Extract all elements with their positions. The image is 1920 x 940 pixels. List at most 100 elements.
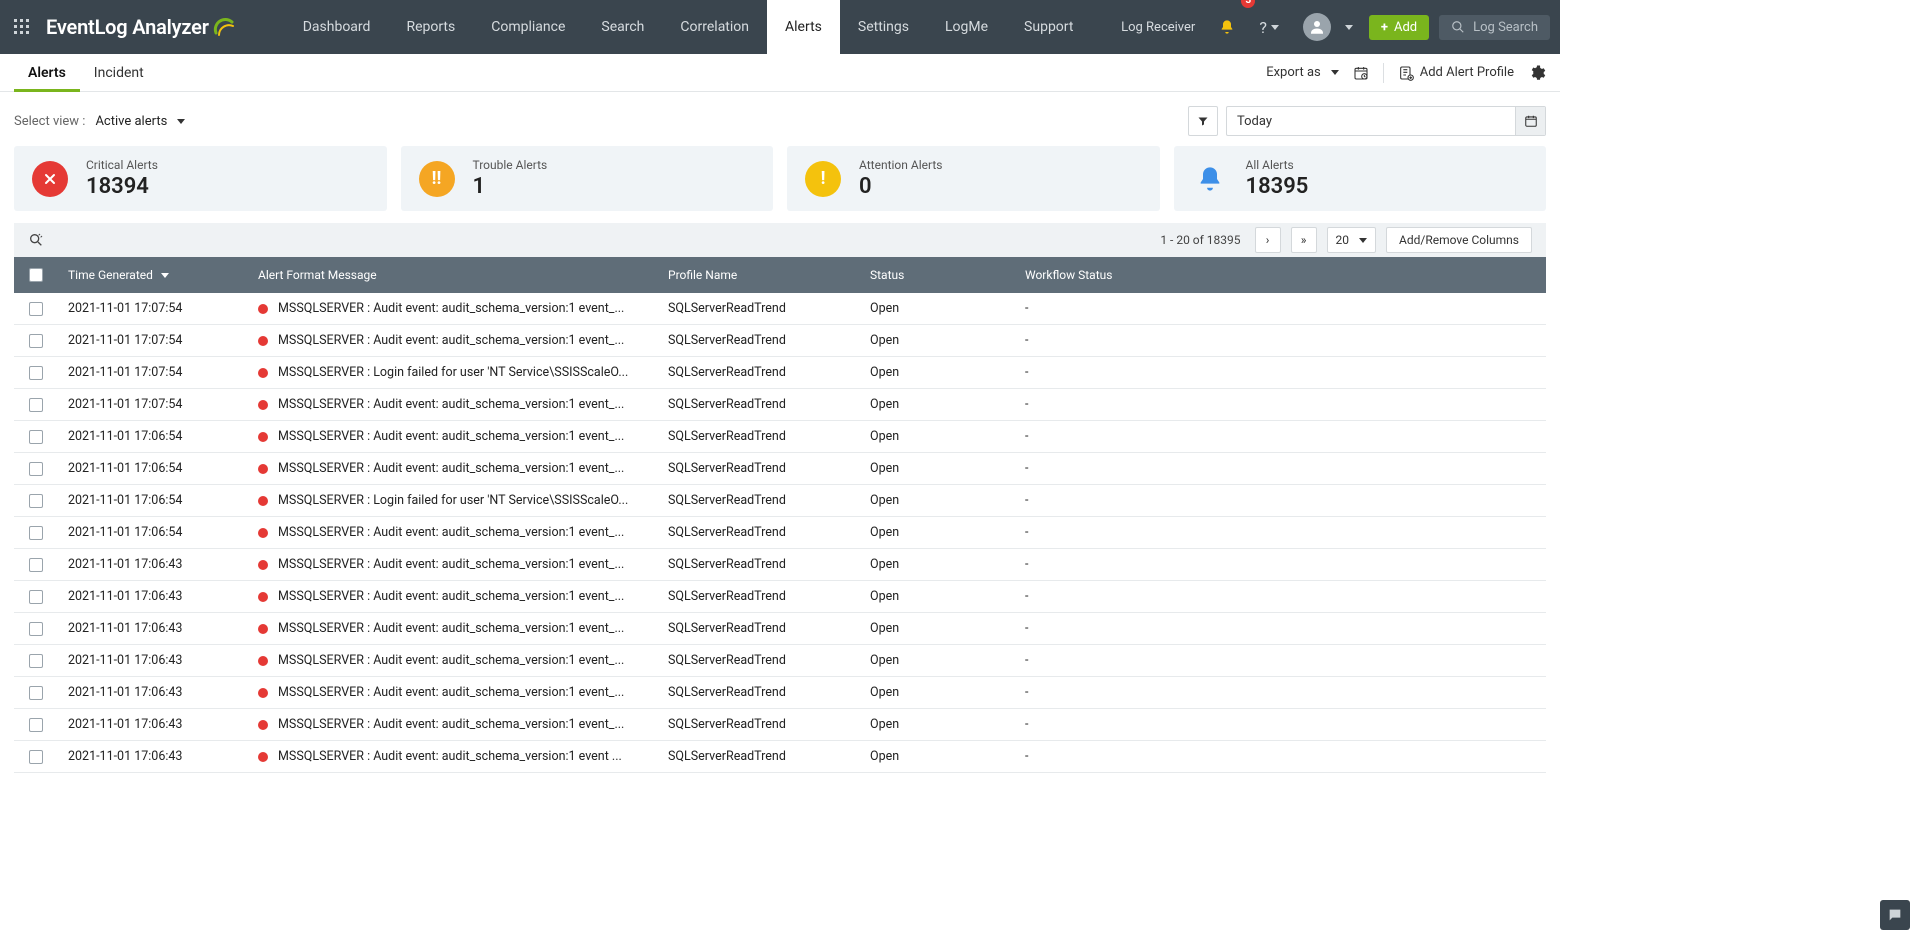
cell-time: 2021-11-01 17:06:54 bbox=[58, 493, 248, 508]
cell-profile: SQLServerReadTrend bbox=[658, 685, 860, 700]
tab-alerts[interactable]: Alerts bbox=[14, 54, 80, 92]
nav-settings[interactable]: Settings bbox=[840, 0, 927, 54]
add-alert-profile-label: Add Alert Profile bbox=[1420, 65, 1514, 80]
page-last-button[interactable]: » bbox=[1291, 227, 1317, 253]
row-checkbox[interactable] bbox=[14, 494, 58, 508]
cell-message: MSSQLSERVER : Audit event: audit_schema_… bbox=[248, 653, 658, 668]
column-time-generated[interactable]: Time Generated bbox=[58, 268, 248, 282]
row-checkbox[interactable] bbox=[14, 654, 58, 668]
product-name: EventLog Analyzer bbox=[46, 15, 209, 39]
row-checkbox[interactable] bbox=[14, 750, 58, 764]
view-row: Select view : Active alerts Today bbox=[0, 92, 1560, 146]
add-button[interactable]: + Add bbox=[1369, 15, 1429, 40]
log-search-button[interactable]: Log Search bbox=[1439, 15, 1550, 40]
column-status-label: Status bbox=[870, 268, 904, 282]
row-checkbox[interactable] bbox=[14, 686, 58, 700]
table-row[interactable]: 2021-11-01 17:07:54MSSQLSERVER : Audit e… bbox=[14, 325, 1546, 357]
nav-alerts[interactable]: Alerts bbox=[767, 0, 840, 54]
row-checkbox[interactable] bbox=[14, 334, 58, 348]
column-status[interactable]: Status bbox=[860, 268, 1015, 282]
nav-support[interactable]: Support bbox=[1006, 0, 1091, 54]
table-row[interactable]: 2021-11-01 17:06:43MSSQLSERVER : Audit e… bbox=[14, 645, 1546, 677]
column-profile-label: Profile Name bbox=[668, 268, 737, 282]
severity-dot-icon bbox=[258, 400, 268, 410]
user-menu[interactable] bbox=[1291, 0, 1359, 54]
product-logo[interactable]: EventLog Analyzer bbox=[44, 15, 245, 39]
table-row[interactable]: 2021-11-01 17:06:43MSSQLSERVER : Audit e… bbox=[14, 613, 1546, 645]
add-remove-columns-button[interactable]: Add/Remove Columns bbox=[1386, 227, 1532, 253]
table-row[interactable]: 2021-11-01 17:06:54MSSQLSERVER : Audit e… bbox=[14, 453, 1546, 485]
nav-logme[interactable]: LogMe bbox=[927, 0, 1006, 54]
card-trouble-alerts[interactable]: !! Trouble Alerts 1 bbox=[401, 146, 774, 211]
card-attention-alerts[interactable]: ! Attention Alerts 0 bbox=[787, 146, 1160, 211]
cell-workflow: - bbox=[1015, 461, 1546, 476]
add-alert-profile-button[interactable]: Add Alert Profile bbox=[1398, 65, 1514, 81]
calendar-button[interactable] bbox=[1515, 107, 1545, 135]
nav-correlation[interactable]: Correlation bbox=[662, 0, 767, 54]
settings-gear-button[interactable] bbox=[1528, 64, 1546, 82]
row-checkbox[interactable] bbox=[14, 462, 58, 476]
cell-message: MSSQLSERVER : Login failed for user 'NT … bbox=[248, 365, 658, 380]
row-checkbox[interactable] bbox=[14, 590, 58, 604]
table-row[interactable]: 2021-11-01 17:07:54MSSQLSERVER : Login f… bbox=[14, 357, 1546, 389]
nav-compliance[interactable]: Compliance bbox=[473, 0, 583, 54]
column-message[interactable]: Alert Format Message bbox=[248, 268, 658, 282]
view-dropdown[interactable]: Active alerts bbox=[95, 114, 185, 129]
card-critical-alerts[interactable]: Critical Alerts 18394 bbox=[14, 146, 387, 211]
notifications-button[interactable]: 3 bbox=[1207, 0, 1247, 54]
column-workflow[interactable]: Workflow Status bbox=[1015, 268, 1546, 282]
cell-status: Open bbox=[860, 557, 1015, 572]
column-profile[interactable]: Profile Name bbox=[658, 268, 860, 282]
log-receiver-link[interactable]: Log Receiver bbox=[1109, 0, 1207, 54]
cell-status: Open bbox=[860, 333, 1015, 348]
row-checkbox[interactable] bbox=[14, 558, 58, 572]
table-row[interactable]: 2021-11-01 17:06:43MSSQLSERVER : Audit e… bbox=[14, 549, 1546, 581]
card-title: All Alerts bbox=[1246, 158, 1309, 172]
cell-time: 2021-11-01 17:06:43 bbox=[58, 621, 248, 636]
checkbox-icon bbox=[29, 750, 43, 764]
cell-message: MSSQLSERVER : Audit event: audit_schema_… bbox=[248, 749, 658, 764]
table-toolbar: 1 - 20 of 18395 › » 20 Add/Remove Column… bbox=[14, 223, 1546, 257]
chat-fab[interactable] bbox=[1880, 900, 1910, 930]
table-row[interactable]: 2021-11-01 17:06:54MSSQLSERVER : Audit e… bbox=[14, 421, 1546, 453]
table-row[interactable]: 2021-11-01 17:06:43MSSQLSERVER : Audit e… bbox=[14, 709, 1546, 741]
table-row[interactable]: 2021-11-01 17:06:43MSSQLSERVER : Audit e… bbox=[14, 581, 1546, 613]
schedule-icon bbox=[1353, 65, 1369, 81]
filter-button[interactable] bbox=[1188, 106, 1218, 136]
row-checkbox[interactable] bbox=[14, 622, 58, 636]
nav-search[interactable]: Search bbox=[583, 0, 662, 54]
search-settings-icon[interactable] bbox=[28, 232, 44, 248]
page-size-select[interactable]: 20 bbox=[1327, 227, 1377, 253]
tab-incident[interactable]: Incident bbox=[80, 54, 158, 92]
table-row[interactable]: 2021-11-01 17:06:54MSSQLSERVER : Audit e… bbox=[14, 517, 1546, 549]
table-row[interactable]: 2021-11-01 17:06:54MSSQLSERVER : Login f… bbox=[14, 485, 1546, 517]
apps-grid-icon[interactable] bbox=[0, 0, 44, 54]
export-as-dropdown[interactable]: Export as bbox=[1266, 65, 1339, 80]
row-checkbox[interactable] bbox=[14, 398, 58, 412]
schedule-icon-button[interactable] bbox=[1353, 65, 1369, 81]
cell-message: MSSQLSERVER : Audit event: audit_schema_… bbox=[248, 589, 658, 604]
help-button[interactable]: ? bbox=[1247, 0, 1291, 54]
date-range-input[interactable]: Today bbox=[1226, 106, 1546, 136]
table-row[interactable]: 2021-11-01 17:06:43MSSQLSERVER : Audit e… bbox=[14, 677, 1546, 709]
table-row[interactable]: 2021-11-01 17:07:54MSSQLSERVER : Audit e… bbox=[14, 293, 1546, 325]
row-checkbox[interactable] bbox=[14, 430, 58, 444]
column-message-label: Alert Format Message bbox=[258, 268, 377, 282]
table-row[interactable]: 2021-11-01 17:07:54MSSQLSERVER : Audit e… bbox=[14, 389, 1546, 421]
row-checkbox[interactable] bbox=[14, 366, 58, 380]
divider bbox=[1383, 63, 1384, 83]
nav-dashboard[interactable]: Dashboard bbox=[285, 0, 389, 54]
top-nav: EventLog Analyzer DashboardReportsCompli… bbox=[0, 0, 1560, 54]
nav-reports[interactable]: Reports bbox=[388, 0, 473, 54]
row-checkbox[interactable] bbox=[14, 718, 58, 732]
gear-icon bbox=[1528, 64, 1546, 82]
card-all-alerts[interactable]: All Alerts 18395 bbox=[1174, 146, 1547, 211]
cell-profile: SQLServerReadTrend bbox=[658, 365, 860, 380]
row-checkbox[interactable] bbox=[14, 526, 58, 540]
card-value: 1 bbox=[473, 174, 548, 199]
row-checkbox[interactable] bbox=[14, 302, 58, 316]
page-next-button[interactable]: › bbox=[1255, 227, 1281, 253]
severity-dot-icon bbox=[258, 496, 268, 506]
select-all-checkbox[interactable] bbox=[14, 268, 58, 282]
table-row[interactable]: 2021-11-01 17:06:43MSSQLSERVER : Audit e… bbox=[14, 741, 1546, 773]
